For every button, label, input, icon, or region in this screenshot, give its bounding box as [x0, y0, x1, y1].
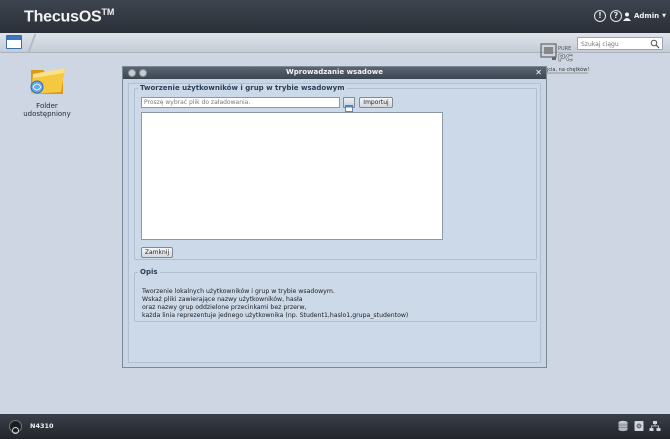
- description-line: każda linia reprezentuje jednego użytkow…: [142, 312, 409, 319]
- desktop-icon-label: Folder udostępniony: [23, 102, 71, 118]
- watermark-brand-text: PC: [558, 53, 573, 64]
- window-titlebar[interactable]: Wprowadzanie wsadowe ✕: [123, 67, 546, 79]
- help-icon[interactable]: ?: [610, 10, 622, 22]
- top-bar: ThecusOSTM ! ? Admin ▼: [0, 0, 670, 33]
- description-line: oraz nazwy grup oddzielone przecinkami b…: [142, 304, 307, 311]
- window-title: Wprowadzanie wsadowe: [286, 68, 383, 76]
- app-switcher-icon[interactable]: [6, 35, 22, 49]
- import-results-area: [141, 112, 443, 240]
- description-text: Tworzenie lokalnych użytkowników i grup …: [142, 288, 408, 320]
- description-legend: Opis: [140, 268, 158, 276]
- window-body: Tworzenie użytkowników i grup w trybie w…: [128, 83, 541, 363]
- storage-icon[interactable]: [617, 420, 629, 432]
- close-button[interactable]: Zamknij: [141, 247, 173, 258]
- chevron-down-icon: ▼: [662, 13, 666, 19]
- disk-icon[interactable]: [633, 420, 645, 432]
- tab-divider: [24, 34, 40, 52]
- browse-button[interactable]: [343, 97, 355, 112]
- search-icon[interactable]: [650, 39, 660, 49]
- shared-folder-icon: [27, 60, 67, 98]
- batch-create-legend: Tworzenie użytkowników i grup w trybie w…: [140, 84, 345, 92]
- user-icon: [623, 12, 631, 21]
- brand-logo: ThecusOSTM: [24, 7, 115, 26]
- batch-create-panel: Tworzenie użytkowników i grup w trybie w…: [134, 84, 537, 260]
- device-model: N4310: [30, 422, 54, 430]
- import-button[interactable]: Importuj: [359, 97, 393, 108]
- taskbar: N4310: [0, 414, 670, 439]
- power-icon[interactable]: [9, 420, 22, 434]
- description-line: Wskaż pliki zawierające nazwy użytkownik…: [142, 296, 303, 303]
- info-icon[interactable]: !: [594, 10, 606, 22]
- watermark-top-text: PURE: [558, 46, 571, 52]
- close-icon[interactable]: ✕: [535, 67, 542, 78]
- user-name: Admin: [634, 12, 660, 20]
- batch-input-window: Wprowadzanie wsadowe ✕ Tworzenie użytkow…: [122, 66, 547, 368]
- file-path-input[interactable]: Proszę wybrać plik do załadowania.: [141, 97, 340, 108]
- description-panel: Opis Tworzenie lokalnych użytkowników i …: [134, 268, 537, 322]
- network-icon[interactable]: [649, 420, 661, 432]
- description-line: Tworzenie lokalnych użytkowników i grup …: [142, 288, 335, 295]
- user-menu[interactable]: Admin ▼: [623, 9, 666, 23]
- desktop-icon-shared-folder[interactable]: Folder udostępniony: [12, 60, 82, 118]
